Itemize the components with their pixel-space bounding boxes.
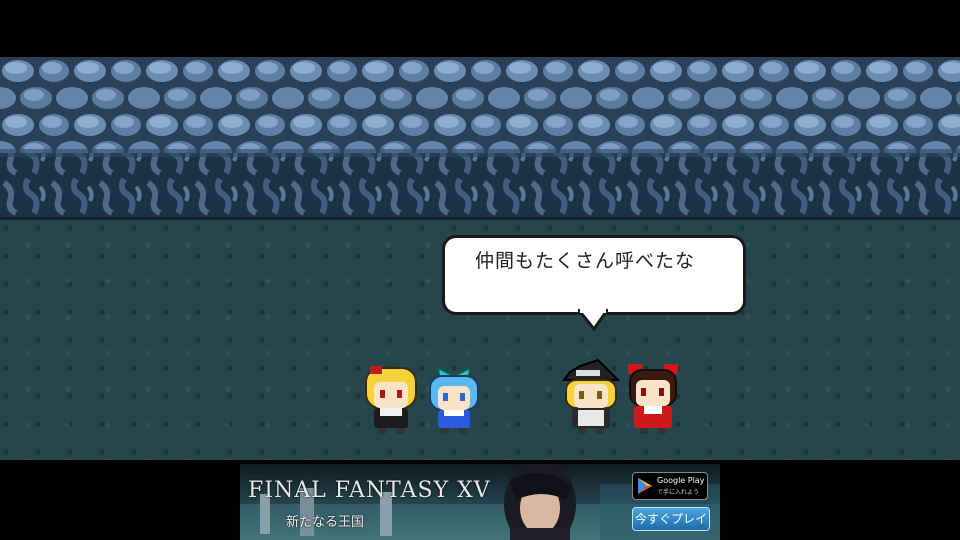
play-now-button[interactable]: 今すぐプレイ [632, 507, 710, 531]
cirno-sprite[interactable] [424, 362, 484, 436]
speech-bubble-box: 仲間もたくさん呼べたな [442, 235, 746, 315]
speech-bubble-tail [578, 309, 608, 331]
google-play-sublabel: で手に入れよう [657, 489, 700, 496]
ad-subtitle: 新たなる王国 [286, 515, 365, 530]
game-screen[interactable]: 仲間もたくさん呼べたな FINAL FANTASY XV 新たなる王国 Goog… [0, 0, 960, 540]
cave-stones [0, 57, 960, 220]
marisa-sprite[interactable] [558, 358, 624, 436]
rumia-sprite[interactable] [360, 362, 424, 436]
cave-wall [0, 57, 960, 220]
speech-bubble[interactable]: 仲間もたくさん呼べたな [442, 235, 746, 331]
letterbox-top [0, 0, 960, 57]
ad-title: FINAL FANTASY XV [248, 478, 491, 503]
google-play-label: Google Play [657, 476, 705, 485]
dialogue-text: 仲間もたくさん呼べたな [475, 250, 696, 272]
google-play-badge[interactable]: Google Play で手に入れよう [632, 472, 708, 500]
google-play-icon [638, 478, 652, 494]
reimu-sprite[interactable] [622, 360, 684, 436]
